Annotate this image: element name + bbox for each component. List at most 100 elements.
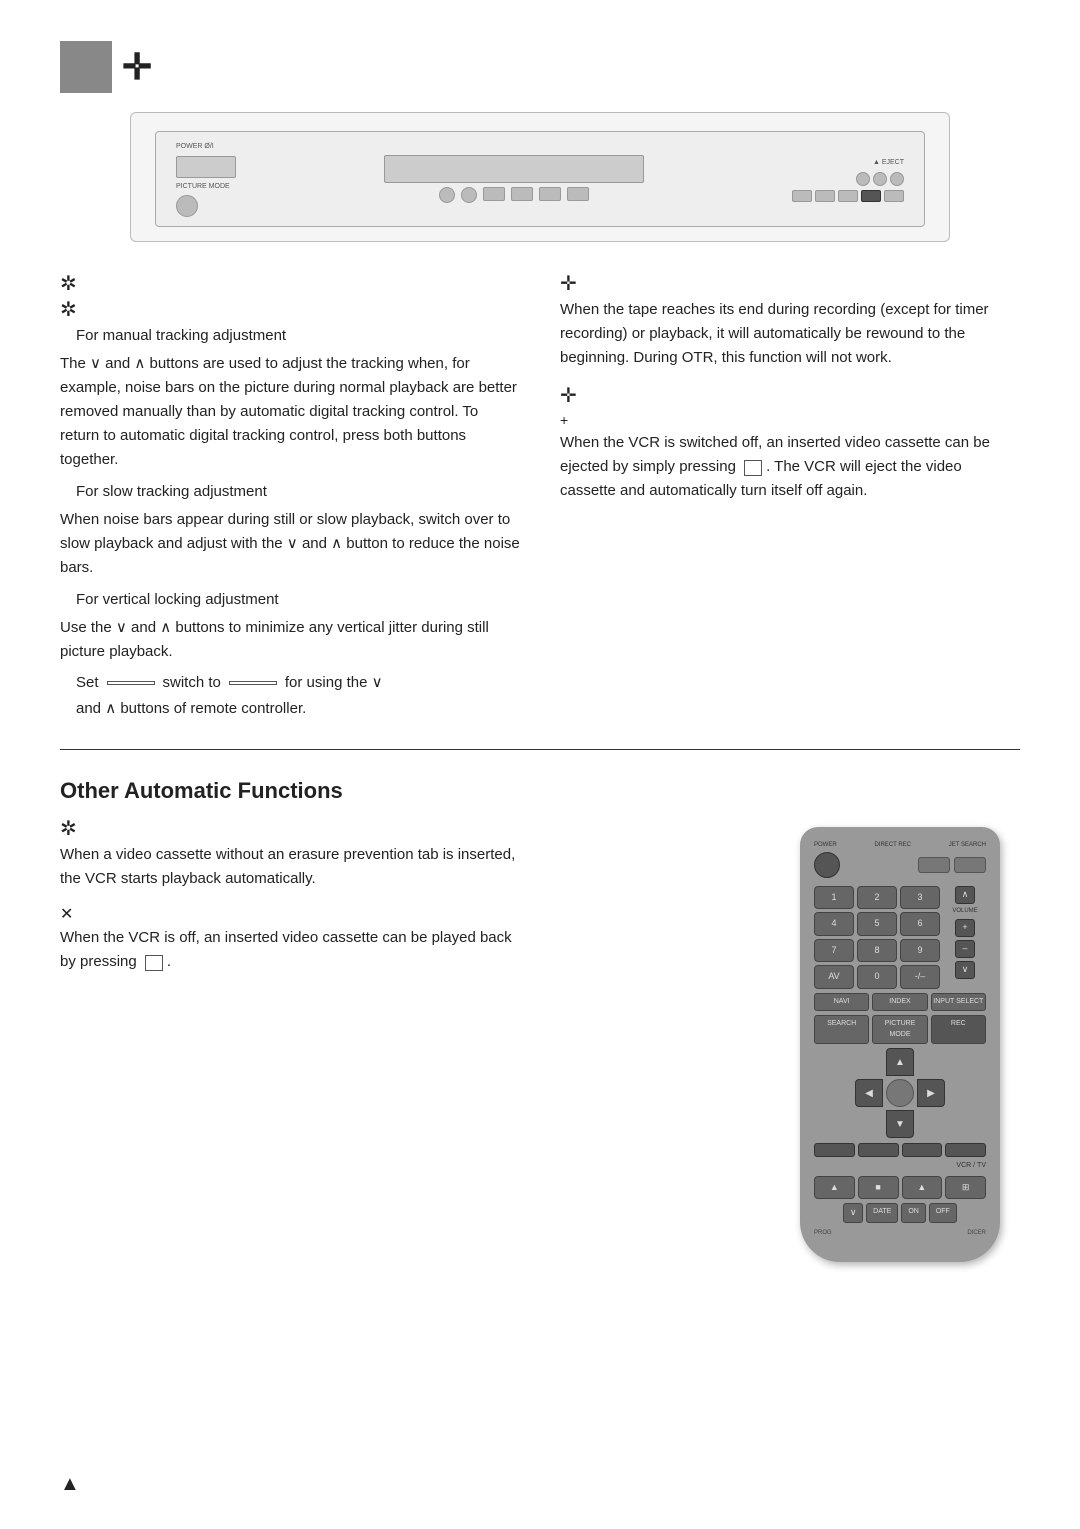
- btn-minus[interactable]: -/–: [900, 965, 940, 989]
- volume-label: VOLUME: [952, 907, 977, 916]
- top-icon-area: ✛: [60, 40, 1020, 94]
- date-btn[interactable]: DATE: [866, 1203, 898, 1223]
- num-and-nav: 1 2 3 4 5 6 7: [814, 886, 986, 989]
- vcr-tape-slot: [384, 155, 644, 183]
- vcr-btn-2: [461, 187, 477, 203]
- play-button-placeholder: [145, 955, 163, 971]
- and-buttons-label: and ∧ buttons of remote controller.: [76, 697, 520, 721]
- direct-rec-label: DIRECT REC: [874, 841, 911, 850]
- dicer-label: DICER: [967, 1229, 986, 1238]
- btn-9[interactable]: 9: [900, 939, 940, 963]
- for-manual-label: For manual tracking adjustment: [76, 324, 520, 348]
- vcr-diagram: POWER Ø/I PICTURE MODE ▲ EJECT: [130, 112, 950, 242]
- vcr-btn-rect-1: [483, 187, 505, 201]
- vcr-btn-rect-4: [567, 187, 589, 201]
- left-column: ✲ ✲ For manual tracking adjustment The ∨…: [60, 272, 520, 729]
- nav-right-btn[interactable]: ▶: [917, 1079, 945, 1107]
- bottom-btn-1[interactable]: ▲: [814, 1176, 855, 1200]
- for-vertical-label: For vertical locking adjustment: [76, 588, 520, 612]
- down-small-btn[interactable]: ∨: [843, 1203, 863, 1223]
- eject-text: When the VCR is switched off, an inserte…: [560, 431, 1020, 503]
- stop-btn[interactable]: [814, 1143, 855, 1157]
- gray-block-icon: [60, 41, 112, 93]
- off-btn[interactable]: OFF: [929, 1203, 957, 1223]
- auto-rewind-text: When the tape reaches its end during rec…: [560, 298, 1020, 370]
- vol-plus-btn[interactable]: +: [955, 919, 975, 937]
- bottom-two-col: ✲ When a video cassette without an erasu…: [60, 817, 1020, 1263]
- tracking-text: The ∨ and ∧ buttons are used to adjust t…: [60, 352, 520, 472]
- set-box-2: [229, 681, 277, 685]
- bottom-arrow: ▲: [60, 1469, 80, 1499]
- vcr-inner: POWER Ø/I PICTURE MODE ▲ EJECT: [155, 131, 925, 227]
- bottom-right-col: POWER DIRECT REC JET SEARCH: [560, 817, 1020, 1263]
- btn-3[interactable]: 3: [900, 886, 940, 910]
- other-functions-heading: Other Automatic Functions: [60, 774, 1020, 807]
- ff-btn[interactable]: [945, 1143, 986, 1157]
- page: ✛ POWER Ø/I PICTURE MODE: [0, 0, 1080, 1529]
- btn-4[interactable]: 4: [814, 912, 854, 936]
- picture-mode-btn[interactable]: PICTURE MODE: [872, 1015, 927, 1044]
- jet-search-label: JET SEARCH: [949, 841, 986, 850]
- vcr-power-label: POWER Ø/I: [176, 142, 236, 153]
- bottom-btn-3[interactable]: ▲: [902, 1176, 943, 1200]
- vcr-center-panel: [384, 155, 644, 203]
- btn-2[interactable]: 2: [857, 886, 897, 910]
- vcr-off-sym: ✕: [60, 905, 520, 924]
- direct-rec-btn[interactable]: [918, 857, 950, 873]
- on-btn[interactable]: ON: [901, 1203, 926, 1223]
- volume-area: ∧ VOLUME + – ∨: [944, 886, 986, 989]
- vcr-btn-rect-3: [539, 187, 561, 201]
- set-label: Set: [76, 672, 99, 695]
- play-btn[interactable]: [902, 1143, 943, 1157]
- input-select-btn[interactable]: INPUT SELECT: [931, 993, 986, 1012]
- search-row: SEARCH PICTURE MODE REC: [814, 1015, 986, 1044]
- btn-6[interactable]: 6: [900, 912, 940, 936]
- slow-text: When noise bars appear during still or s…: [60, 508, 520, 580]
- remote-control: POWER DIRECT REC JET SEARCH: [800, 827, 1000, 1263]
- navi-row: NAVI INDEX INPUT SELECT: [814, 993, 986, 1012]
- number-grid-area: 1 2 3 4 5 6 7: [814, 886, 940, 989]
- prog-label: PROG: [814, 1229, 832, 1238]
- down-arrow-btn[interactable]: ∨: [955, 961, 975, 979]
- nav-down-btn[interactable]: ▼: [886, 1110, 914, 1138]
- vcr-picture-mode-label: PICTURE MODE: [176, 182, 236, 193]
- btn-0[interactable]: 0: [857, 965, 897, 989]
- transport-row: [814, 1143, 986, 1157]
- btn-1[interactable]: 1: [814, 886, 854, 910]
- tv-label: TV: [977, 1161, 986, 1172]
- set-box-1: [107, 681, 155, 685]
- vcr-label: VCR: [956, 1161, 971, 1172]
- bottom-btn-2[interactable]: ■: [858, 1176, 899, 1200]
- navi-btn[interactable]: NAVI: [814, 993, 869, 1012]
- up-arrow-btn[interactable]: ∧: [955, 886, 975, 904]
- eject-sym1: ✛: [560, 384, 1020, 408]
- index-btn[interactable]: INDEX: [872, 993, 927, 1012]
- nav-up-btn[interactable]: ▲: [886, 1048, 914, 1076]
- btn-8[interactable]: 8: [857, 939, 897, 963]
- for-using-label: for using the ∨: [285, 672, 383, 695]
- rec-btn[interactable]: REC: [931, 1015, 986, 1044]
- vcr-left-panel: POWER Ø/I PICTURE MODE: [176, 142, 236, 217]
- btn-5[interactable]: 5: [857, 912, 897, 936]
- vcr-right-panel: ▲ EJECT: [792, 156, 904, 203]
- nav-left-btn[interactable]: ◀: [855, 1079, 883, 1107]
- tracking-sym2: ✲: [60, 298, 520, 322]
- pause-btn[interactable]: [858, 1143, 899, 1157]
- cassette-sym: ✲: [60, 817, 520, 841]
- btn-7[interactable]: 7: [814, 939, 854, 963]
- vol-minus-btn[interactable]: –: [955, 940, 975, 958]
- remote-top-labels: POWER DIRECT REC JET SEARCH: [814, 841, 986, 850]
- top-symbol-icon: ✛: [122, 40, 152, 94]
- jet-search-btn[interactable]: [954, 857, 986, 873]
- top-function-btns: [918, 857, 986, 873]
- nav-center-btn[interactable]: [886, 1079, 914, 1107]
- vcr-buttons-row: [439, 187, 589, 203]
- cassette-text: When a video cassette without an erasure…: [60, 843, 520, 891]
- for-slow-label: For slow tracking adjustment: [76, 480, 520, 504]
- remote-area: POWER DIRECT REC JET SEARCH: [800, 827, 1020, 1263]
- btn-av[interactable]: AV: [814, 965, 854, 989]
- search-btn[interactable]: SEARCH: [814, 1015, 869, 1044]
- vertical-text: Use the ∨ and ∧ buttons to minimize any …: [60, 616, 520, 664]
- power-button[interactable]: [814, 852, 840, 878]
- bottom-btn-4[interactable]: ⊞: [945, 1176, 986, 1200]
